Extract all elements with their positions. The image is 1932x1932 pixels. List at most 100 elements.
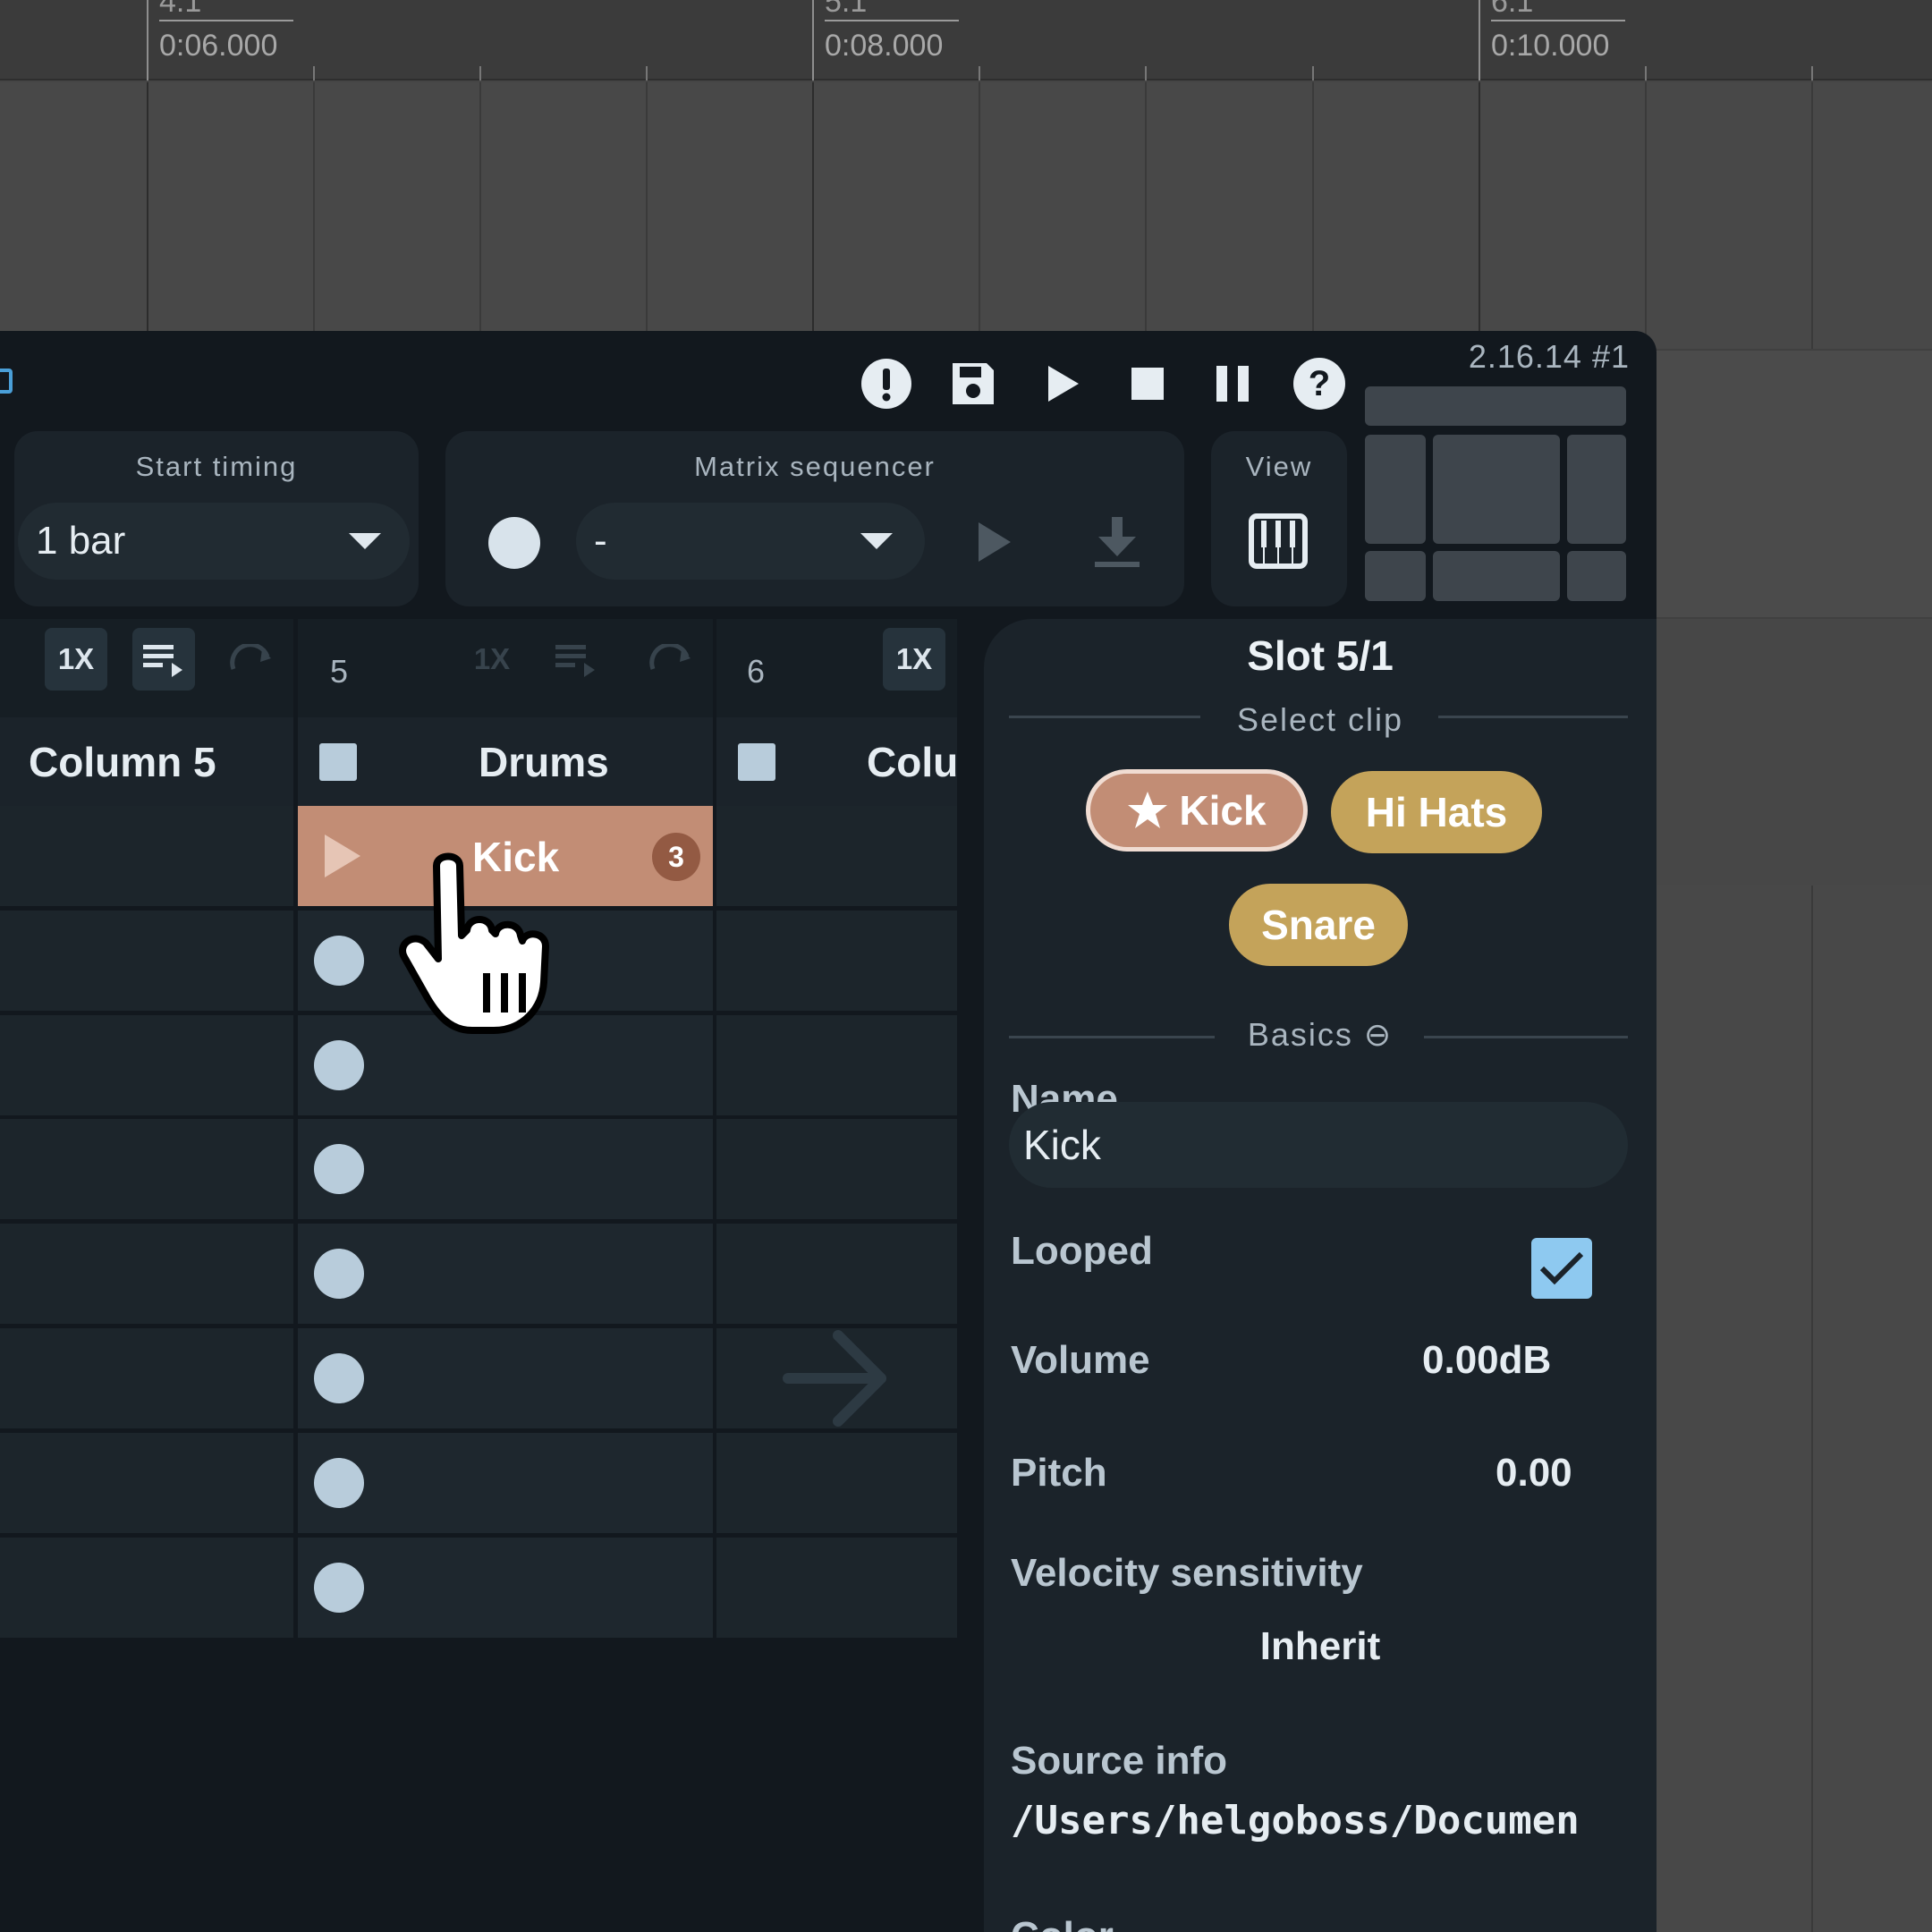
playtime-window: ? 2.16.14 #1 Start timing 1 bar Matrix s… [0,331,1657,1932]
column-stop-icon[interactable] [319,743,357,781]
queue-icon[interactable] [545,628,607,691]
column-header: 6 1X [716,619,957,717]
matrix-slot[interactable] [716,1538,957,1638]
record-slot-icon[interactable] [314,1144,364,1194]
matrix-slot[interactable] [716,1015,957,1115]
matrix-slot[interactable] [0,1328,293,1428]
matrix-slot[interactable] [716,806,957,906]
play-mode-badge[interactable]: 1X [461,628,523,691]
source-path: /Users/helgoboss/Documen [1011,1798,1580,1843]
repeat-icon[interactable] [220,628,283,691]
svg-text:?: ? [1309,364,1330,403]
clip-name-input[interactable] [1009,1102,1628,1188]
source-info-label: Source info [1011,1739,1228,1783]
save-icon[interactable] [945,356,1001,411]
matrix-slot[interactable] [298,1538,713,1638]
play-icon[interactable] [1035,356,1090,411]
ruler-tick [979,66,980,80]
help-icon[interactable]: ? [1292,356,1347,411]
clip-pill-hi-hats[interactable]: Hi Hats [1331,771,1542,853]
column-title[interactable]: Drums [298,717,713,807]
play-mode-badge[interactable]: 1X [883,628,945,691]
column-number: 5 [330,653,349,690]
ruler-tick [313,66,315,80]
volume-value[interactable]: 0.00dB [1422,1338,1551,1383]
clip-count-badge: 3 [652,833,700,881]
looped-checkbox[interactable] [1531,1238,1592,1299]
chevron-down-icon [860,533,893,549]
stop-icon[interactable] [1120,356,1175,411]
timeline-ruler[interactable]: 4.1 0:06.000 5.1 0:08.000 6.1 0:10.000 [0,0,1932,80]
start-timing-panel: Start timing 1 bar [14,431,419,606]
record-slot-icon[interactable] [314,1249,364,1299]
matrix-slot[interactable] [298,1224,713,1324]
matrix-slot[interactable] [716,1119,957,1219]
timeline-marker: 4.1 0:06.000 [147,0,293,80]
volume-label: Volume [1011,1338,1150,1382]
bar-label: 6.1 [1491,0,1625,21]
matrix-slot[interactable] [716,911,957,1011]
column-stop-icon[interactable] [738,743,775,781]
clip-pill-label: Hi Hats [1365,789,1508,835]
basics-section-toggle[interactable]: Basics ⊖ [984,1016,1657,1054]
column-title-label: Column 5 [29,739,216,785]
ruler-tick [646,66,648,80]
matrix-slot[interactable] [0,911,293,1011]
play-mode-badge[interactable]: 1X [45,628,107,691]
record-slot-icon[interactable] [314,1353,364,1403]
record-slot-icon[interactable] [314,1458,364,1508]
chevron-down-icon [349,533,381,549]
matrix-slot[interactable] [0,1015,293,1115]
piano-icon[interactable] [1249,513,1308,573]
column-header: 5 1X [298,619,713,717]
matrix-slot[interactable] [716,1224,957,1324]
column-title-label: Drums [479,739,609,785]
select-value: - [594,519,607,563]
matrix-slot[interactable] [716,1328,957,1428]
matrix-slot[interactable] [298,1433,713,1533]
record-slot-icon[interactable] [314,936,364,986]
clip-pill-label: Snare [1261,902,1376,948]
sequence-play-icon[interactable] [975,519,1014,570]
repeat-icon[interactable] [640,628,702,691]
matrix-slot[interactable] [0,1433,293,1533]
pause-icon[interactable] [1205,356,1260,411]
column-title-label: Colu [867,739,959,785]
select-clip-label: Select clip [1236,701,1404,738]
bar-label: 5.1 [825,0,959,21]
matrix-slot[interactable] [298,1119,713,1219]
matrix-slot[interactable] [0,1224,293,1324]
sequence-select[interactable]: - [576,503,925,580]
record-slot-icon[interactable] [314,1040,364,1090]
matrix-slot[interactable] [298,1328,713,1428]
matrix-slot[interactable] [0,806,293,906]
panel-title: Matrix sequencer [694,451,936,482]
check-icon [1539,1251,1584,1285]
looped-label: Looped [1011,1229,1153,1273]
time-label: 0:06.000 [159,29,278,63]
column-title[interactable]: Colu [716,717,959,807]
select-value: 1 bar [36,519,126,563]
record-icon[interactable] [488,517,540,569]
matrix-sequencer-panel: Matrix sequencer - [445,431,1184,606]
warning-icon[interactable] [859,356,914,411]
slot-play-icon[interactable] [325,835,360,877]
start-timing-select[interactable]: 1 bar [18,503,410,580]
column-header: 1X [0,619,293,717]
queue-icon[interactable] [132,628,195,691]
download-icon[interactable] [1093,515,1141,573]
clip-pill-kick[interactable]: Kick [1086,769,1308,852]
version-label: 2.16.14 #1 [1468,338,1630,375]
velocity-sensitivity-value[interactable]: Inherit [984,1624,1657,1669]
clip-pill-snare[interactable]: Snare [1229,884,1408,966]
column-title[interactable]: Column 5 [0,717,293,807]
pitch-value[interactable]: 0.00 [1496,1451,1572,1496]
matrix-slot[interactable] [716,1433,957,1533]
panel-title: View [1245,451,1313,482]
matrix-slot[interactable] [0,1119,293,1219]
record-slot-icon[interactable] [314,1563,364,1613]
ruler-tick [1312,66,1314,80]
window-control-icon[interactable] [0,369,13,394]
matrix-slot[interactable] [0,1538,293,1638]
layout-toggle-icon[interactable] [1365,385,1626,601]
